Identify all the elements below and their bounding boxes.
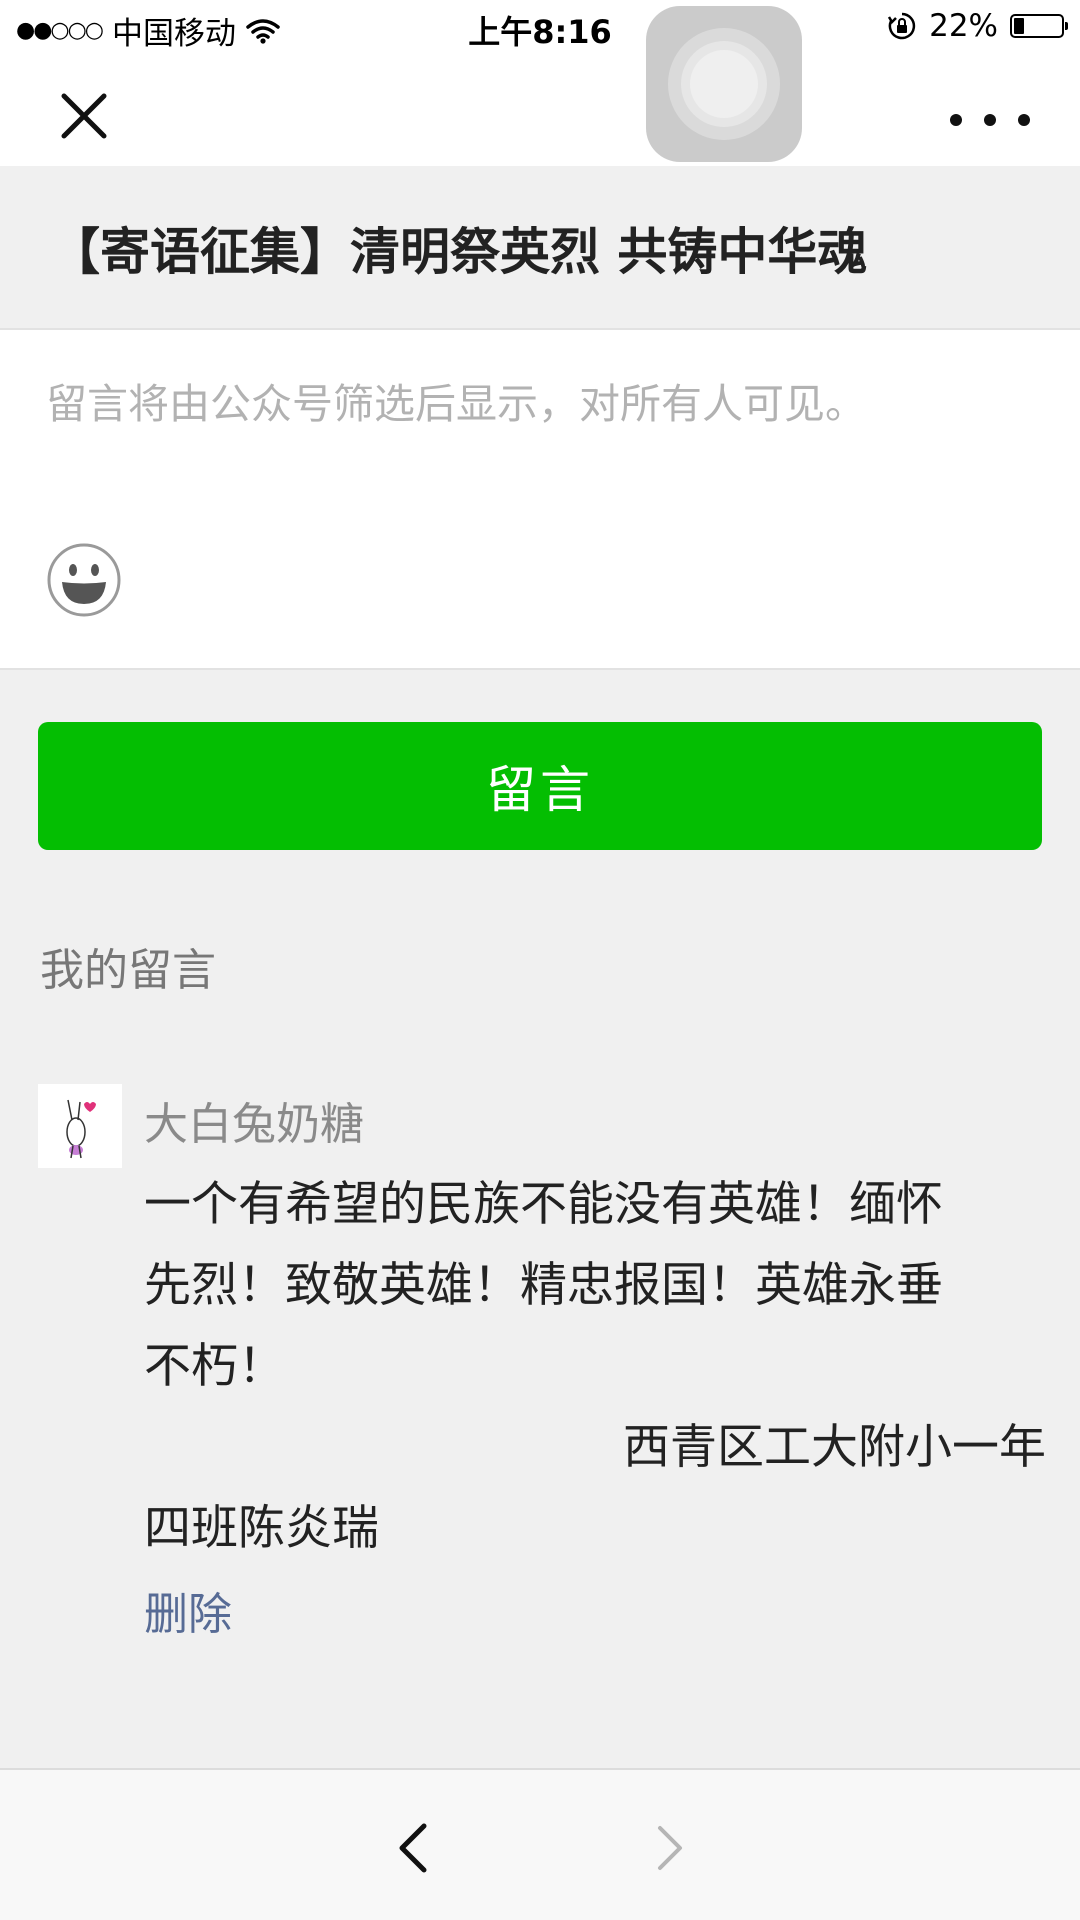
more-options-button[interactable] [950, 100, 1030, 140]
status-bar: ●●○○○ 中国移动 上午8:16 22% [0, 0, 1080, 52]
more-dot [1018, 114, 1030, 126]
submit-comment-button[interactable]: 留言 [38, 722, 1042, 850]
comment-line: 西青区工大附小一年 [623, 1420, 1046, 1475]
my-comments-heading: 我的留言 [40, 945, 216, 996]
more-dot [950, 114, 962, 126]
comment-line: 四班陈炎瑞 [144, 1501, 379, 1556]
comment-line: 不朽！ [144, 1339, 285, 1394]
battery-percent: 22% [929, 8, 998, 44]
delete-comment-link[interactable]: 删除 [144, 1578, 232, 1642]
comment-text: 一个有希望的民族不能没有英雄！缅怀 先烈！致敬英雄！精忠报国！英雄永垂 不朽！ … [144, 1164, 1054, 1569]
comment-input-placeholder[interactable]: 留言将由公众号筛选后显示，对所有人可见。 [46, 370, 866, 430]
avatar [38, 1084, 122, 1168]
status-right: 22% [887, 8, 1068, 44]
comment-line: 先烈！致敬英雄！精忠报国！英雄永垂 [144, 1258, 943, 1313]
comment-nickname: 大白兔奶糖 [144, 1099, 364, 1150]
orientation-lock-icon [888, 12, 916, 40]
smiley-icon[interactable] [46, 542, 122, 618]
comment-input-area[interactable]: 留言将由公众号筛选后显示，对所有人可见。 [0, 330, 1080, 670]
bottom-toolbar [0, 1768, 1080, 1920]
assistive-touch-button[interactable] [646, 6, 802, 162]
more-dot [984, 114, 996, 126]
back-arrow-icon[interactable] [390, 1820, 440, 1876]
forward-arrow-icon[interactable] [644, 1820, 694, 1876]
article-header: 【寄语征集】清明祭英烈 共铸中华魂 [0, 166, 1080, 330]
nav-bar [0, 52, 1080, 166]
comment-line: 一个有希望的民族不能没有英雄！缅怀 [144, 1177, 943, 1232]
close-icon[interactable] [52, 84, 116, 148]
article-title: 【寄语征集】清明祭英烈 共铸中华魂 [50, 223, 868, 281]
battery-icon [1010, 14, 1068, 38]
